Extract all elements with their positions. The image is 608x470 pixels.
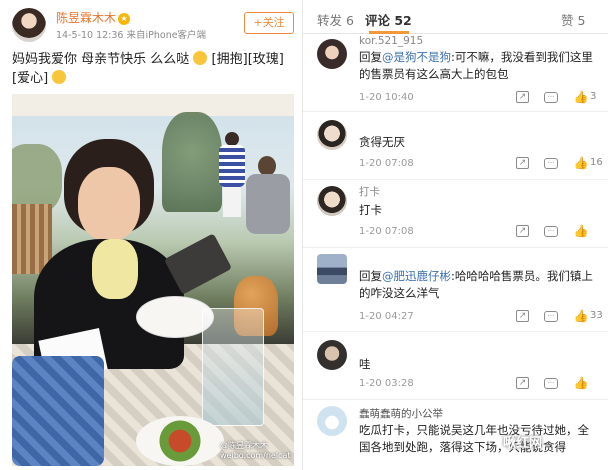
comment-item: kor.521_915 回复@是狗不是狗:可不嘛，我没看到我们这里的售票员有这么… xyxy=(303,35,608,112)
photo-watermark: @陈昱霖木木 weibo.com/nelcat xyxy=(220,441,291,461)
commenter-name[interactable]: 蠢萌蠢萌的小公举 xyxy=(359,406,443,421)
smile-emoji-icon-2 xyxy=(52,70,67,84)
mention-link[interactable]: @是狗不是狗 xyxy=(382,50,451,64)
comment-icon[interactable]: ··· xyxy=(544,158,558,169)
active-tab-indicator xyxy=(369,31,409,34)
thumbs-up-icon[interactable]: 👍 xyxy=(573,224,589,238)
photo-man xyxy=(244,156,294,246)
comment-item: 打卡 打卡 1-20 07:08 ↗ ··· 👍 xyxy=(303,180,608,248)
comment-item: 哇 1-20 03:28 ↗ ··· 👍 xyxy=(303,332,608,400)
comment-body: 哇 xyxy=(359,357,371,371)
like-count: 3 xyxy=(590,91,597,102)
commenter-avatar[interactable] xyxy=(317,39,347,69)
author-avatar[interactable] xyxy=(12,8,46,42)
share-icon[interactable]: ↗ xyxy=(516,157,529,169)
author-name[interactable]: 陈昱霖木木 ★ xyxy=(56,9,131,26)
smile-emoji-icon xyxy=(193,51,208,65)
comment-time: 1-20 07:08 xyxy=(359,158,414,169)
comment-icon[interactable]: ··· xyxy=(544,226,558,237)
thumbs-up-icon[interactable]: 👍 xyxy=(573,309,589,323)
brand-watermark: 啾红网 xyxy=(503,436,543,451)
comment-icon[interactable]: ··· xyxy=(544,92,558,103)
photo-umbrella xyxy=(12,94,294,116)
post-text: 妈妈我爱你 母亲节快乐 么么哒 [拥抱][玫瑰][爱心] xyxy=(12,50,296,88)
commenter-avatar[interactable] xyxy=(317,340,347,370)
tab-comments[interactable]: 评论 52 xyxy=(365,10,412,29)
comment-time: 1-20 04:27 xyxy=(359,311,414,322)
comment-text: 回复@是狗不是狗:可不嘛，我没看到我们这里的售票员有这么高大上的包包 xyxy=(359,49,599,83)
commenter-name[interactable]: 打卡 xyxy=(359,184,380,199)
thumbs-up-icon[interactable]: 👍 xyxy=(573,90,589,104)
photo-watermark-line2: weibo.com/nelcat xyxy=(220,451,291,460)
reply-prefix: 回复 xyxy=(359,269,382,283)
reply-prefix: 回复 xyxy=(359,50,382,64)
photo-watermark-line1: @陈昱霖木木 xyxy=(220,441,268,450)
commenter-avatar[interactable] xyxy=(317,186,347,216)
share-icon[interactable]: ↗ xyxy=(516,225,529,237)
comment-time: 1-20 03:28 xyxy=(359,378,414,389)
thumbs-up-icon[interactable]: 👍 xyxy=(573,156,589,170)
comment-body: 打卡 xyxy=(359,203,382,217)
comment-icon[interactable]: ··· xyxy=(544,311,558,322)
follow-button[interactable]: +关注 xyxy=(244,12,294,34)
photo-bowl xyxy=(136,416,224,466)
commenter-avatar[interactable] xyxy=(317,120,347,150)
mention-link[interactable]: @肥迅鹿仔彬 xyxy=(382,269,451,283)
like-count: 16 xyxy=(590,157,603,168)
comment-item: 回复@肥迅鹿仔彬:哈哈哈哈售票员。我们镇上的咋没这么洋气 1-20 04:27 … xyxy=(303,248,608,332)
post-panel: 陈昱霖木木 ★ 14-5-10 12:36 来自iPhone客户端 +关注 妈妈我… xyxy=(0,0,302,470)
photo-waiter xyxy=(217,132,247,217)
share-icon[interactable]: ↗ xyxy=(516,377,529,389)
comment-icon[interactable]: ··· xyxy=(544,378,558,389)
like-count: 33 xyxy=(590,310,603,321)
commenter-avatar[interactable] xyxy=(317,254,347,284)
commenter-name[interactable]: kor.521_915 xyxy=(359,35,423,47)
thumbs-up-icon[interactable]: 👍 xyxy=(573,376,589,390)
vip-badge-icon: ★ xyxy=(118,13,131,25)
tab-bar: 转发 6 评论 52 赞 5 xyxy=(303,0,608,34)
comment-body: 贪得无厌 xyxy=(359,135,405,149)
comment-time: 1-20 10:40 xyxy=(359,92,414,103)
photo-handbag xyxy=(12,356,104,466)
share-icon[interactable]: ↗ xyxy=(516,91,529,103)
post-text-body: 妈妈我爱你 母亲节快乐 么么哒 xyxy=(12,52,190,67)
share-icon[interactable]: ↗ xyxy=(516,310,529,322)
post-meta: 14-5-10 12:36 来自iPhone客户端 xyxy=(56,30,207,41)
tab-likes[interactable]: 赞 5 xyxy=(561,10,585,29)
author-name-text[interactable]: 陈昱霖木木 xyxy=(56,11,116,25)
comment-time: 1-20 07:08 xyxy=(359,226,414,237)
comment-item: 贪得无厌 1-20 07:08 ↗ ··· 👍 16 xyxy=(303,112,608,180)
post-photo[interactable] xyxy=(12,94,294,466)
comment-item: 蠢萌蠢萌的小公举 吃瓜打卡，只能说吴这几年也没亏待过她，全国各地到处跑，落得这下… xyxy=(303,400,608,470)
comments-panel: 转发 6 评论 52 赞 5 kor.521_915 回复@是狗不是狗:可不嘛，… xyxy=(302,0,608,470)
commenter-avatar[interactable] xyxy=(317,406,347,436)
comment-body: 吃瓜打卡，只能说吴这几年也没亏待过她，全国各地到处跑，落得这下场，只能说贪得 xyxy=(359,423,589,454)
comment-text: 回复@肥迅鹿仔彬:哈哈哈哈售票员。我们镇上的咋没这么洋气 xyxy=(359,268,599,302)
tab-repost[interactable]: 转发 6 xyxy=(317,10,354,29)
photo-glass xyxy=(202,308,264,426)
